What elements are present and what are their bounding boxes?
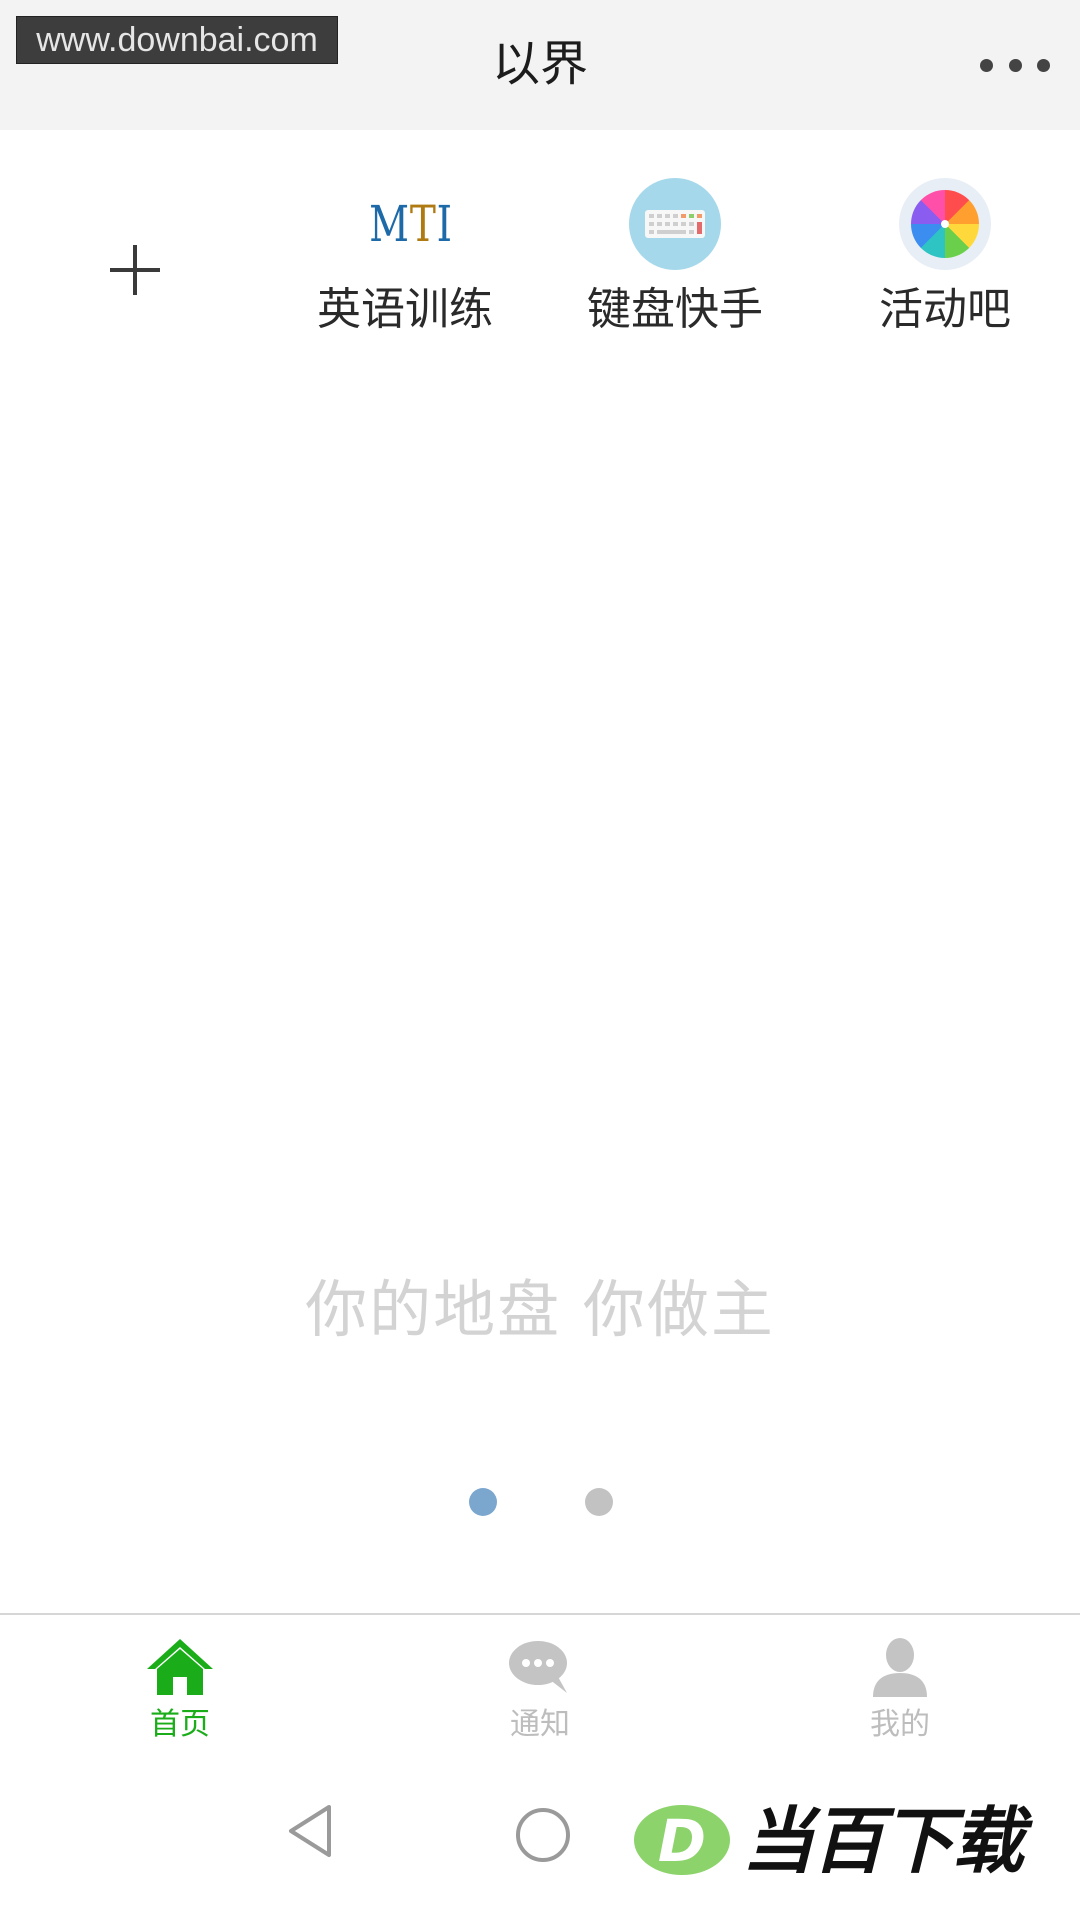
more-dot-icon [1008, 58, 1022, 72]
tab-profile[interactable]: 我的 [800, 1635, 1000, 1745]
system-navigation-bar: D 当百下载 [0, 1773, 1080, 1920]
tab-label: 首页 [150, 1707, 210, 1742]
add-app-button[interactable] [100, 235, 170, 305]
back-button[interactable] [285, 1801, 335, 1861]
system-home-button[interactable] [516, 1808, 570, 1862]
bottom-tab-bar: 首页 通知 我的 [0, 1613, 1080, 1775]
keyboard-icon [629, 178, 721, 270]
app-keyboard-master[interactable]: 键盘快手 [565, 178, 785, 378]
app-label: 键盘快手 [587, 284, 763, 335]
app-shortcut-row: MTI 英语训练 键盘快手 活动吧 [0, 130, 1080, 380]
tab-label: 通知 [510, 1707, 570, 1742]
app-label: 英语训练 [317, 284, 493, 335]
banner-slogan: 你的地盘 你做主 [305, 1273, 775, 1346]
page-title: 以界 [491, 36, 588, 92]
person-icon [865, 1635, 935, 1699]
home-icon [145, 1635, 215, 1699]
color-wheel-icon [899, 178, 991, 270]
more-options-button[interactable] [980, 40, 1050, 90]
brand-watermark-text: 当百下载 [742, 1799, 1024, 1883]
tab-label: 我的 [870, 1707, 930, 1742]
title-bar: www.downbai.com 以界 [0, 0, 1080, 130]
page-indicator-dot-active[interactable] [469, 1488, 497, 1516]
brand-logo-icon: D [632, 1803, 732, 1877]
svg-text:D: D [658, 1807, 706, 1875]
more-dot-icon [1037, 58, 1050, 72]
app-english-training[interactable]: MTI 英语训练 [295, 178, 515, 378]
app-activities[interactable]: 活动吧 [835, 178, 1055, 378]
page-indicator-dot[interactable] [585, 1488, 613, 1516]
back-triangle-icon [289, 1805, 331, 1857]
mti-logo-icon: MTI [369, 195, 453, 253]
app-label: 活动吧 [879, 284, 1011, 335]
tab-notifications[interactable]: 通知 [440, 1635, 640, 1745]
chat-bubble-icon [505, 1635, 575, 1699]
tab-home[interactable]: 首页 [80, 1635, 280, 1745]
more-dot-icon [980, 58, 993, 72]
